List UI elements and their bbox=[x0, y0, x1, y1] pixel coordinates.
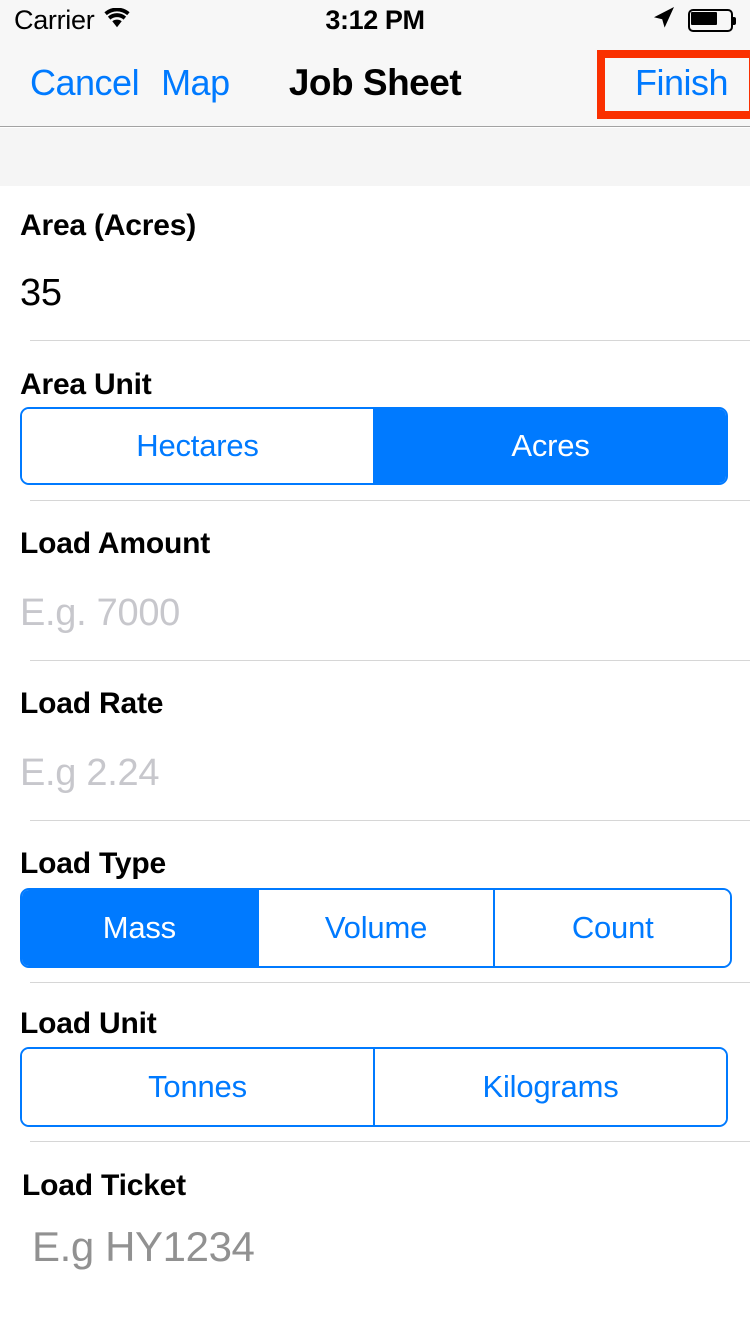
load-amount-label: Load Amount bbox=[20, 529, 210, 559]
segment-count[interactable]: Count bbox=[493, 890, 730, 966]
separator-load-rate bbox=[30, 820, 750, 821]
nav-right-buttons: Finish bbox=[635, 40, 728, 125]
separator-load-amount bbox=[30, 660, 750, 661]
separator-area bbox=[30, 340, 750, 341]
job-sheet-form: Area (Acres) 35 Area Unit Hectares Acres… bbox=[0, 186, 750, 1334]
area-label: Area (Acres) bbox=[20, 211, 196, 241]
load-type-label: Load Type bbox=[20, 849, 166, 879]
app-screen: Carrier 3:12 PM bbox=[0, 0, 750, 1334]
area-unit-label: Area Unit bbox=[20, 370, 152, 400]
load-type-segmented-control[interactable]: Mass Volume Count bbox=[20, 888, 732, 968]
finish-button[interactable]: Finish bbox=[635, 65, 728, 101]
status-bar: Carrier 3:12 PM bbox=[0, 0, 750, 40]
area-unit-segmented-control[interactable]: Hectares Acres bbox=[20, 407, 728, 485]
segment-mass[interactable]: Mass bbox=[22, 890, 257, 966]
battery-icon bbox=[688, 9, 736, 32]
section-spacer bbox=[0, 128, 750, 186]
load-amount-input[interactable]: E.g. 7000 bbox=[20, 594, 180, 632]
segment-tonnes[interactable]: Tonnes bbox=[22, 1049, 373, 1125]
segment-hectares[interactable]: Hectares bbox=[22, 409, 373, 483]
separator-area-unit bbox=[30, 500, 750, 501]
status-bar-right bbox=[651, 5, 736, 35]
status-bar-time: 3:12 PM bbox=[0, 5, 750, 36]
separator-load-type bbox=[30, 982, 750, 983]
load-unit-segmented-control[interactable]: Tonnes Kilograms bbox=[20, 1047, 728, 1127]
segment-kilograms[interactable]: Kilograms bbox=[373, 1049, 726, 1125]
load-ticket-label: Load Ticket bbox=[22, 1169, 186, 1203]
load-unit-label: Load Unit bbox=[20, 1009, 157, 1039]
load-rate-label: Load Rate bbox=[20, 689, 163, 719]
separator-load-unit bbox=[30, 1141, 750, 1142]
segment-volume[interactable]: Volume bbox=[257, 890, 494, 966]
segment-acres[interactable]: Acres bbox=[373, 409, 726, 483]
location-arrow-icon bbox=[651, 5, 676, 35]
load-rate-input[interactable]: E.g 2.24 bbox=[20, 754, 159, 792]
area-input[interactable]: 35 bbox=[20, 274, 62, 312]
load-ticket-input[interactable]: E.g HY1234 bbox=[32, 1226, 255, 1268]
navigation-bar: Cancel Map Job Sheet Finish bbox=[0, 40, 750, 127]
